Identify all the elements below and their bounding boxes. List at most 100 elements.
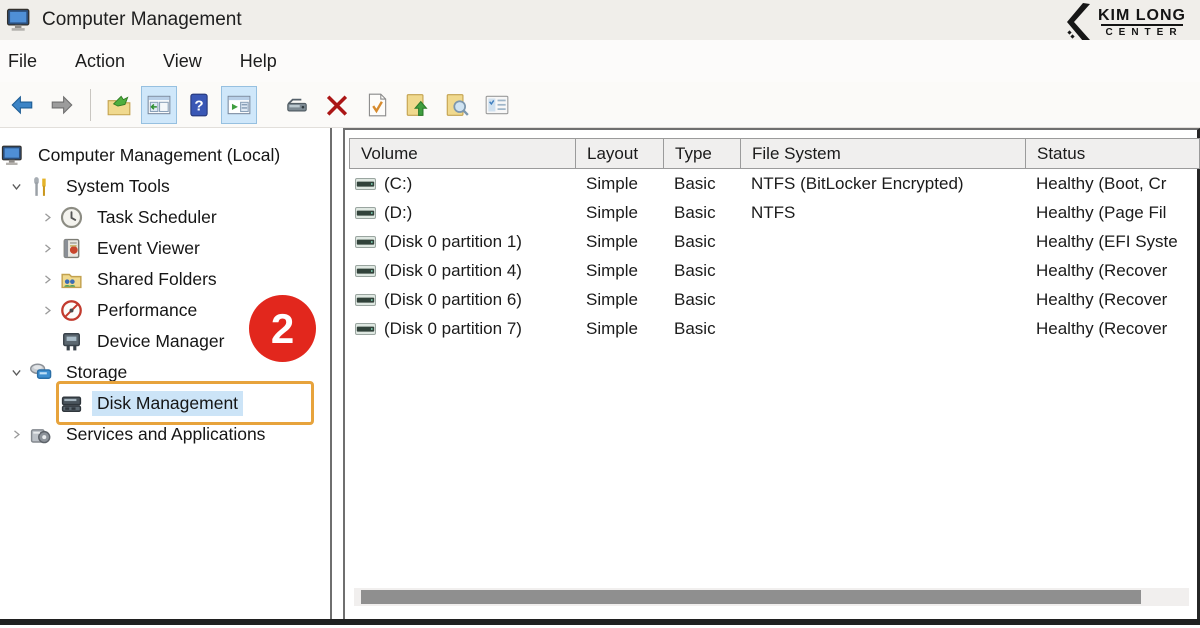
layout-cell: Simple [575, 290, 663, 310]
brand-name: KIM LONG [1098, 7, 1186, 24]
layout-cell: Simple [575, 232, 663, 252]
menu-bar: File Action View Help [0, 40, 1200, 82]
folder-search-icon[interactable] [439, 86, 475, 124]
toolbar-separator [90, 89, 91, 121]
sidebar-item-label: Device Manager [92, 329, 229, 354]
sidebar-item-label: Computer Management (Local) [33, 143, 285, 168]
sidebar-item-disk-management[interactable]: Disk Management [0, 388, 328, 419]
table-header-row: VolumeLayoutTypeFile SystemStatus [349, 138, 1200, 169]
menu-view[interactable]: View [163, 51, 202, 72]
volume-name: (Disk 0 partition 6) [384, 290, 522, 310]
volume-list-panel: VolumeLayoutTypeFile SystemStatus (C:) Si… [343, 128, 1200, 619]
type-cell: Basic [663, 174, 740, 194]
chevron-down-icon[interactable] [3, 176, 29, 198]
horizontal-scrollbar[interactable] [354, 588, 1189, 606]
sidebar-item-event-viewer[interactable]: Event Viewer [0, 233, 328, 264]
type-cell: Basic [663, 319, 740, 339]
shared-folders-icon [60, 268, 83, 291]
file-system-cell: NTFS (BitLocker Encrypted) [740, 174, 1025, 194]
volume-name: (Disk 0 partition 4) [384, 261, 522, 281]
clock-icon [60, 206, 83, 229]
show-console-tree-icon[interactable] [141, 86, 177, 124]
type-cell: Basic [663, 261, 740, 281]
chevron-spacer [34, 393, 60, 415]
table-row[interactable]: (C:) SimpleBasicNTFS (BitLocker Encrypted… [349, 169, 1200, 198]
column-header-volume[interactable]: Volume [350, 139, 576, 168]
file-system-cell: NTFS [740, 203, 1025, 223]
volume-cell: (Disk 0 partition 4) [349, 261, 575, 281]
volume-list: VolumeLayoutTypeFile SystemStatus (C:) Si… [349, 138, 1200, 343]
computer-management-icon [6, 7, 32, 33]
volume-cell: (Disk 0 partition 7) [349, 319, 575, 339]
sidebar-item-system-tools[interactable]: System Tools [0, 171, 328, 202]
export-list-icon[interactable] [101, 86, 137, 124]
sidebar-item-label: Event Viewer [92, 236, 205, 261]
forward-icon[interactable] [44, 86, 80, 124]
performance-icon [60, 299, 83, 322]
table-row[interactable]: (D:)SimpleBasicNTFSHealthy (Page Fil [349, 198, 1200, 227]
svg-text:?: ? [194, 97, 203, 114]
delete-icon[interactable] [319, 86, 355, 124]
layout-cell: Simple [575, 319, 663, 339]
check-document-icon[interactable] [359, 86, 395, 124]
column-header-layout[interactable]: Layout [576, 139, 664, 168]
chevron-down-icon[interactable] [3, 362, 29, 384]
column-header-status[interactable]: Status [1026, 139, 1199, 168]
console-tree-panel: Computer Management (Local) System Tools T… [0, 128, 332, 619]
rescan-disks-icon[interactable] [279, 86, 315, 124]
column-header-type[interactable]: Type [664, 139, 741, 168]
sidebar-item-label: Task Scheduler [92, 205, 222, 230]
sidebar-item-label: Storage [61, 360, 132, 385]
help-icon[interactable]: ? [181, 86, 217, 124]
step-badge: 2 [249, 295, 316, 362]
sidebar-item-label: Performance [92, 298, 202, 323]
sidebar-item-computer-management-local[interactable]: Computer Management (Local) [0, 140, 328, 171]
toolbar: ? [0, 82, 1200, 128]
status-cell: Healthy (Recover [1025, 261, 1200, 281]
chevron-spacer [34, 331, 60, 353]
back-icon[interactable] [4, 86, 40, 124]
volume-icon [355, 265, 376, 277]
menu-file[interactable]: File [8, 51, 37, 72]
layout-cell: Simple [575, 203, 663, 223]
table-row[interactable]: (Disk 0 partition 4)SimpleBasicHealthy (… [349, 256, 1200, 285]
horizontal-scrollbar-thumb[interactable] [361, 590, 1141, 604]
table-body: (C:)SimpleBasicNTFS (BitLocker Encrypted… [349, 169, 1200, 343]
menu-help[interactable]: Help [240, 51, 277, 72]
volume-cell: (Disk 0 partition 1) [349, 232, 575, 252]
sidebar-item-shared-folders[interactable]: Shared Folders [0, 264, 328, 295]
table-row[interactable]: (Disk 0 partition 6)SimpleBasicHealthy (… [349, 285, 1200, 314]
chevron-right-icon[interactable] [34, 207, 60, 229]
volume-icon [355, 178, 376, 190]
storage-icon [29, 361, 52, 384]
event-log-icon [60, 237, 83, 260]
volume-name: (D:) [384, 203, 412, 223]
chevron-right-icon[interactable] [34, 300, 60, 322]
show-action-pane-icon[interactable] [221, 86, 257, 124]
volume-name: (C:) [384, 174, 412, 194]
sidebar-item-task-scheduler[interactable]: Task Scheduler [0, 202, 328, 233]
column-header-file-system[interactable]: File System [741, 139, 1026, 168]
properties-list-icon[interactable] [479, 86, 515, 124]
device-icon [60, 330, 83, 353]
volume-cell: (C:) [349, 174, 575, 194]
layout-cell: Simple [575, 174, 663, 194]
window-title: Computer Management [42, 0, 242, 40]
disk-icon [60, 392, 83, 415]
chevron-right-icon[interactable] [3, 424, 29, 446]
sidebar-item-label: System Tools [61, 174, 175, 199]
chevron-right-icon[interactable] [34, 269, 60, 291]
volume-name: (Disk 0 partition 1) [384, 232, 522, 252]
tools-icon [29, 175, 52, 198]
window-bottom-edge [0, 619, 1200, 625]
status-cell: Healthy (Recover [1025, 319, 1200, 339]
sidebar-item-services-and-applications[interactable]: Services and Applications [0, 419, 328, 450]
table-row[interactable]: (Disk 0 partition 1)SimpleBasicHealthy (… [349, 227, 1200, 256]
chevron-right-icon[interactable] [34, 238, 60, 260]
menu-action[interactable]: Action [75, 51, 125, 72]
table-row[interactable]: (Disk 0 partition 7)SimpleBasic Healthy (… [349, 314, 1200, 343]
brand-subname: CENTER [1101, 24, 1182, 38]
services-icon [29, 423, 52, 446]
type-cell: Basic [663, 203, 740, 223]
folder-up-icon[interactable] [399, 86, 435, 124]
